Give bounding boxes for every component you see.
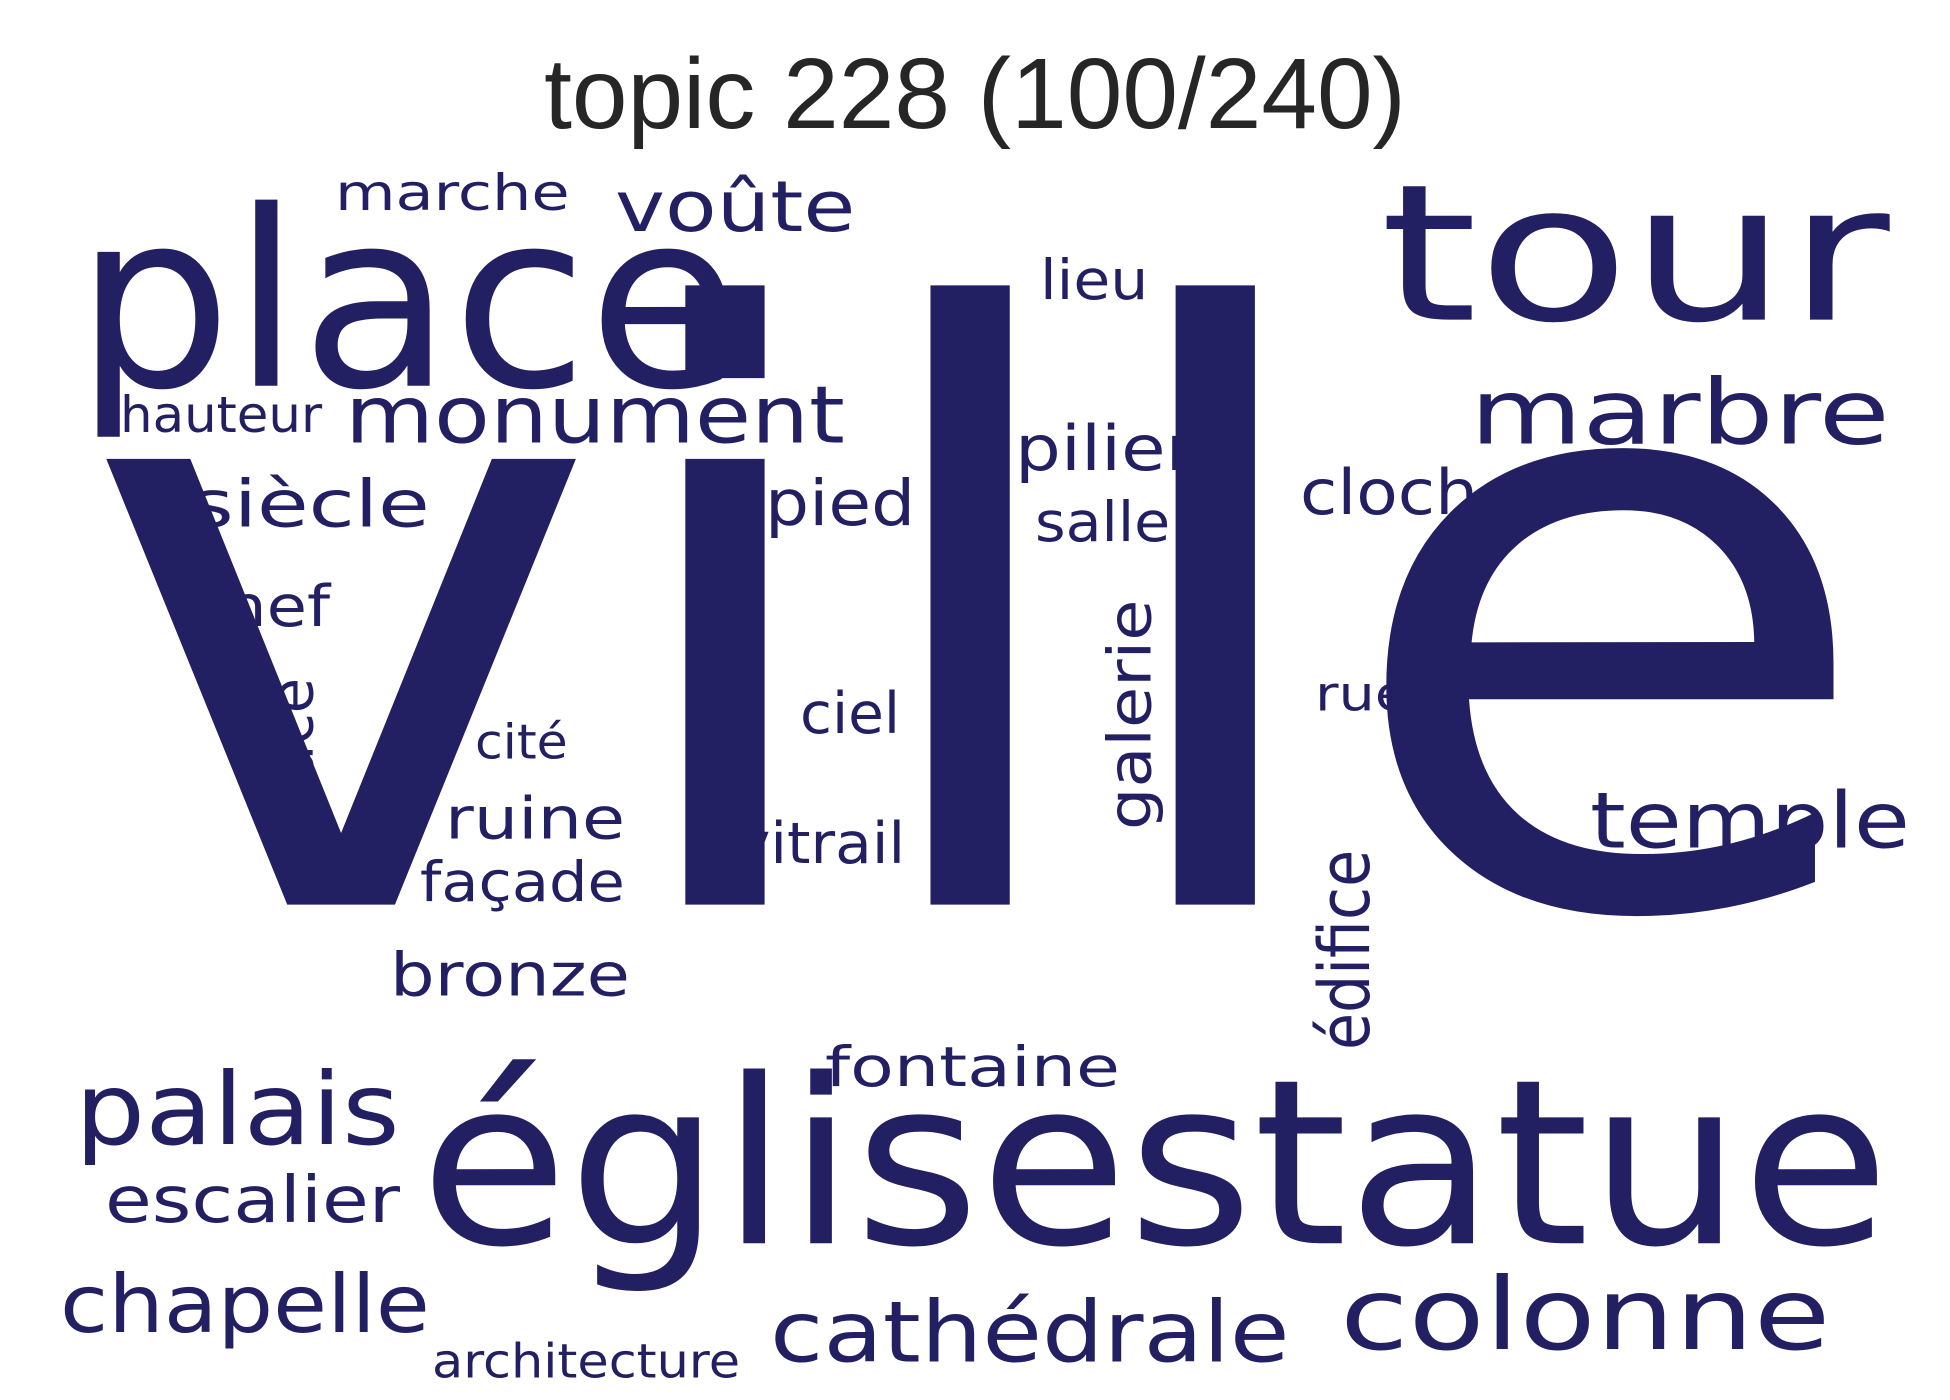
word-face: face — [256, 678, 327, 800]
word-colonne: colonne — [1340, 1256, 1831, 1373]
word-cloud-figure: topic 228 (100/240) ville églisestatue t… — [0, 0, 1950, 1400]
word-marbre: marbre — [1470, 359, 1890, 466]
word-ciel: ciel — [800, 679, 901, 747]
word-ruine: ruine — [445, 784, 626, 853]
word-lieu: lieu — [1040, 248, 1149, 313]
word-tour: tour — [1380, 142, 1890, 366]
word-hauteur: hauteur — [120, 385, 323, 444]
word-cloche: cloche — [1300, 456, 1520, 529]
word-cathedrale: cathédrale — [770, 1282, 1290, 1382]
word-siecle: siècle — [190, 466, 430, 543]
word-escalier: escalier — [105, 1162, 401, 1238]
word-pied: pied — [765, 466, 916, 541]
word-cite: cité — [475, 713, 568, 770]
word-palais: palais — [75, 1051, 400, 1168]
word-vitrail: vitrail — [735, 809, 906, 877]
figure-title: topic 228 (100/240) — [544, 38, 1406, 150]
word-nef: nef — [225, 572, 331, 640]
word-fontaine: fontaine — [825, 1035, 1120, 1100]
word-voute: voûte — [615, 165, 856, 248]
word-pilier: pilier — [1015, 412, 1196, 485]
word-temple: temple — [1590, 774, 1910, 867]
word-chapelle: chapelle — [60, 1257, 430, 1352]
word-rue: rue — [1315, 665, 1411, 722]
word-edifice: édifice — [1303, 849, 1386, 1050]
word-salle: salle — [1035, 490, 1171, 555]
word-galerie: galerie — [1094, 599, 1165, 830]
word-marche: marche — [335, 163, 570, 222]
word-bronze: bronze — [390, 939, 630, 1010]
word-monument: monument — [345, 368, 845, 462]
word-facade: façade — [420, 850, 625, 915]
word-eglisestatue: églisestatue — [420, 1029, 1890, 1299]
word-architecture: architecture — [432, 1333, 741, 1389]
